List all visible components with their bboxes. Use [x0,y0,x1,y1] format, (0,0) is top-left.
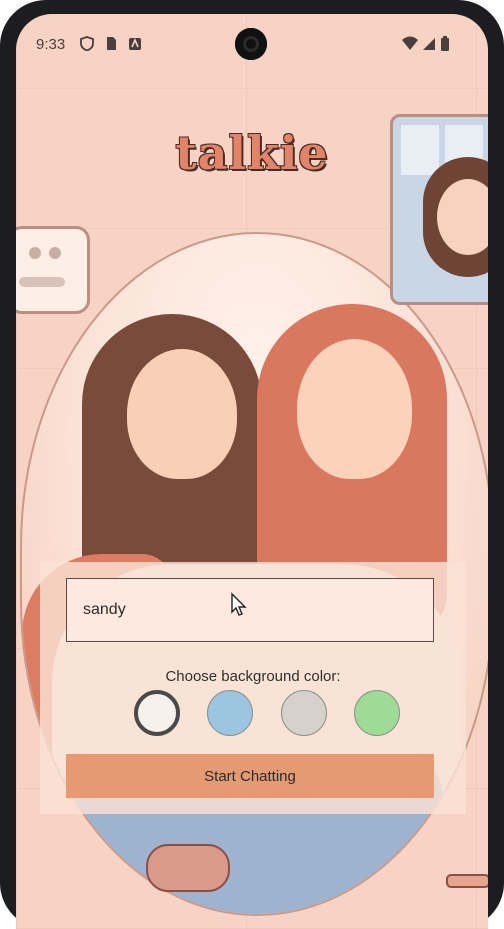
chat-bubble-decoration [16,226,90,314]
signup-card: Choose background color: Start Chatting [40,562,466,814]
bubble-bar [19,277,65,287]
shoe [146,844,230,892]
color-swatch-white[interactable] [134,690,180,736]
battery-icon [441,36,449,51]
color-swatch-gray[interactable] [281,690,327,736]
name-input[interactable] [66,578,434,642]
phone-frame: 9:33 talkie sandy Choose background colo… [0,0,504,929]
bubble-dot [29,247,41,259]
choose-color-label: Choose background color: [165,668,341,685]
pen [446,874,488,888]
front-camera [235,28,267,60]
window-pane [401,125,439,175]
color-swatch-green[interactable] [354,690,400,736]
start-chatting-button[interactable]: Start Chatting [66,754,434,798]
shield-icon [80,36,94,51]
app-notification-icon [129,37,141,50]
status-bar: 9:33 [16,14,488,74]
app-screen: 9:33 talkie sandy Choose background colo… [16,14,488,929]
sim-card-icon [107,37,116,50]
cell-signal-icon [423,38,435,50]
video-call-frame-decoration [390,114,488,305]
bubble-dot [49,247,61,259]
girl-left-face [127,349,237,479]
mouse-cursor-icon [231,592,247,616]
wifi-icon [402,36,418,50]
color-swatch-blue[interactable] [207,690,253,736]
status-time: 9:33 [36,36,66,53]
girl-right-face [297,339,412,479]
